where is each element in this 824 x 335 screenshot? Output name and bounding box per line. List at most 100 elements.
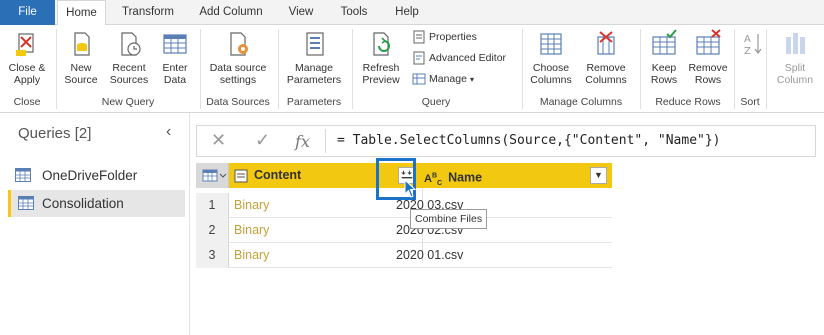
recent-sources-label: Recent Sources [109, 62, 149, 86]
column-header-name[interactable]: ABC Name [424, 163, 594, 188]
choose-columns-button[interactable]: Choose Columns [526, 27, 576, 86]
formula-bar: ✕ ✓ fx = Table.SelectColumns(Source,{"Co… [196, 125, 816, 157]
data-source-settings-button[interactable]: Data source settings [204, 27, 272, 86]
query-item-consolidation[interactable]: Consolidation [8, 190, 185, 217]
text-type-icon: ABC [424, 172, 443, 187]
choose-columns-icon [540, 33, 562, 55]
advanced-editor-label: Advanced Editor [429, 52, 507, 64]
data-source-settings-icon [230, 32, 248, 56]
svg-text:A: A [744, 34, 751, 45]
content-cell[interactable]: Binary [234, 243, 269, 268]
queries-pane: Queries [2] ‹ OneDriveFolder Consolidati… [0, 113, 190, 335]
tab-help[interactable]: Help [391, 0, 423, 25]
group-divider [352, 29, 353, 109]
document-type-icon [234, 169, 248, 183]
filter-dropdown-icon[interactable]: ▼ [590, 167, 607, 184]
parameters-icon [306, 32, 324, 56]
new-source-label: New Source [64, 62, 98, 86]
content-cell[interactable]: Binary [234, 193, 269, 218]
remove-rows-button[interactable]: Remove Rows [686, 27, 730, 86]
formula-input[interactable]: = Table.SelectColumns(Source,{"Content",… [337, 133, 721, 148]
manage-button[interactable]: Manage ▾ [412, 71, 474, 88]
table-row[interactable]: 3 Binary 2020 01.csv [196, 243, 612, 268]
refresh-preview-button[interactable]: Refresh Preview [356, 27, 406, 86]
table-icon [163, 34, 187, 54]
keep-rows-label: Keep Rows [650, 62, 678, 86]
split-column-button[interactable]: Split Column [770, 27, 820, 86]
group-label-sort: Sort [740, 96, 760, 108]
commit-formula-icon[interactable]: ✓ [255, 130, 270, 151]
properties-button[interactable]: Properties [412, 29, 477, 46]
recent-sources-button[interactable]: Recent Sources [106, 27, 152, 86]
manage-parameters-button[interactable]: Manage Parameters [282, 27, 346, 86]
column-header-content[interactable]: Content [234, 163, 384, 188]
table-icon [18, 196, 34, 210]
manage-icon [412, 73, 426, 85]
new-source-button[interactable]: New Source [60, 27, 102, 86]
table-menu-button[interactable] [196, 163, 229, 188]
power-query-editor: File Home Transform Add Column View Tool… [0, 0, 824, 335]
enter-data-label: Enter Data [162, 62, 188, 86]
name-cell[interactable]: 2020 01.csv [396, 243, 463, 268]
ribbon-tabs: File Home Transform Add Column View Tool… [0, 0, 824, 26]
tab-transform[interactable]: Transform [118, 0, 178, 25]
new-source-icon [74, 32, 90, 56]
remove-columns-button[interactable]: Remove Columns [580, 27, 632, 86]
enter-data-button[interactable]: Enter Data [156, 27, 194, 86]
dropdown-arrow-icon: ▾ [469, 75, 474, 84]
remove-columns-icon [597, 31, 615, 55]
group-label-parameters: Parameters [286, 96, 342, 108]
tab-add-column[interactable]: Add Column [196, 0, 266, 25]
sort-button[interactable]: A Z [738, 27, 762, 62]
remove-columns-label: Remove Columns [585, 62, 627, 86]
keep-rows-button[interactable]: Keep Rows [644, 27, 684, 86]
group-divider [56, 29, 57, 109]
group-divider [640, 29, 641, 109]
query-item-onedrivefolder[interactable]: OneDriveFolder [8, 162, 185, 189]
function-icon[interactable]: fx [295, 132, 310, 151]
table-row[interactable]: 2 Binary 2020 02.csv [196, 218, 612, 243]
mouse-cursor-icon [404, 179, 417, 198]
group-label-close: Close [13, 96, 41, 108]
svg-text:Z: Z [744, 46, 751, 57]
ribbon-home: Close & Apply Close New Source Recent So… [0, 25, 824, 113]
formula-divider [325, 129, 326, 153]
group-label-new-query: New Query [101, 96, 155, 108]
cancel-formula-icon[interactable]: ✕ [211, 130, 226, 151]
row-number: 2 [196, 218, 229, 243]
group-divider [522, 29, 523, 109]
refresh-icon [373, 32, 390, 56]
content-cell[interactable]: Binary [234, 218, 269, 243]
column-header-label: Content [254, 168, 302, 182]
manage-label: Manage [429, 73, 467, 85]
group-divider [200, 29, 201, 109]
table-icon [202, 169, 227, 182]
group-label-query: Query [421, 96, 451, 108]
column-header-label: Name [448, 170, 483, 185]
table-icon [15, 168, 31, 182]
keep-rows-icon [652, 29, 677, 55]
row-number: 1 [196, 193, 229, 218]
group-label-manage-columns: Manage Columns [539, 96, 623, 108]
row-number: 3 [196, 243, 229, 268]
advanced-editor-button[interactable]: Advanced Editor [412, 50, 506, 67]
close-apply-label: Close & Apply [8, 62, 46, 86]
tab-home[interactable]: Home [57, 0, 106, 26]
recent-sources-icon [121, 32, 141, 56]
close-apply-icon [16, 33, 34, 56]
queries-title: Queries [2] [18, 125, 92, 142]
group-label-reduce-rows: Reduce Rows [655, 96, 721, 108]
group-label-data-sources: Data Sources [206, 96, 270, 108]
properties-label: Properties [429, 31, 477, 43]
properties-icon [413, 30, 425, 44]
tab-view[interactable]: View [284, 0, 318, 25]
group-divider [278, 29, 279, 109]
tab-tools[interactable]: Tools [336, 0, 372, 25]
close-apply-button[interactable]: Close & Apply [4, 27, 50, 86]
query-item-label: Consolidation [42, 196, 124, 211]
collapse-pane-icon[interactable]: ‹ [166, 123, 171, 141]
split-column-label: Split Column [776, 62, 814, 86]
query-item-label: OneDriveFolder [42, 168, 138, 183]
tab-file[interactable]: File [0, 0, 55, 25]
combine-files-tooltip: Combine Files [410, 209, 488, 229]
